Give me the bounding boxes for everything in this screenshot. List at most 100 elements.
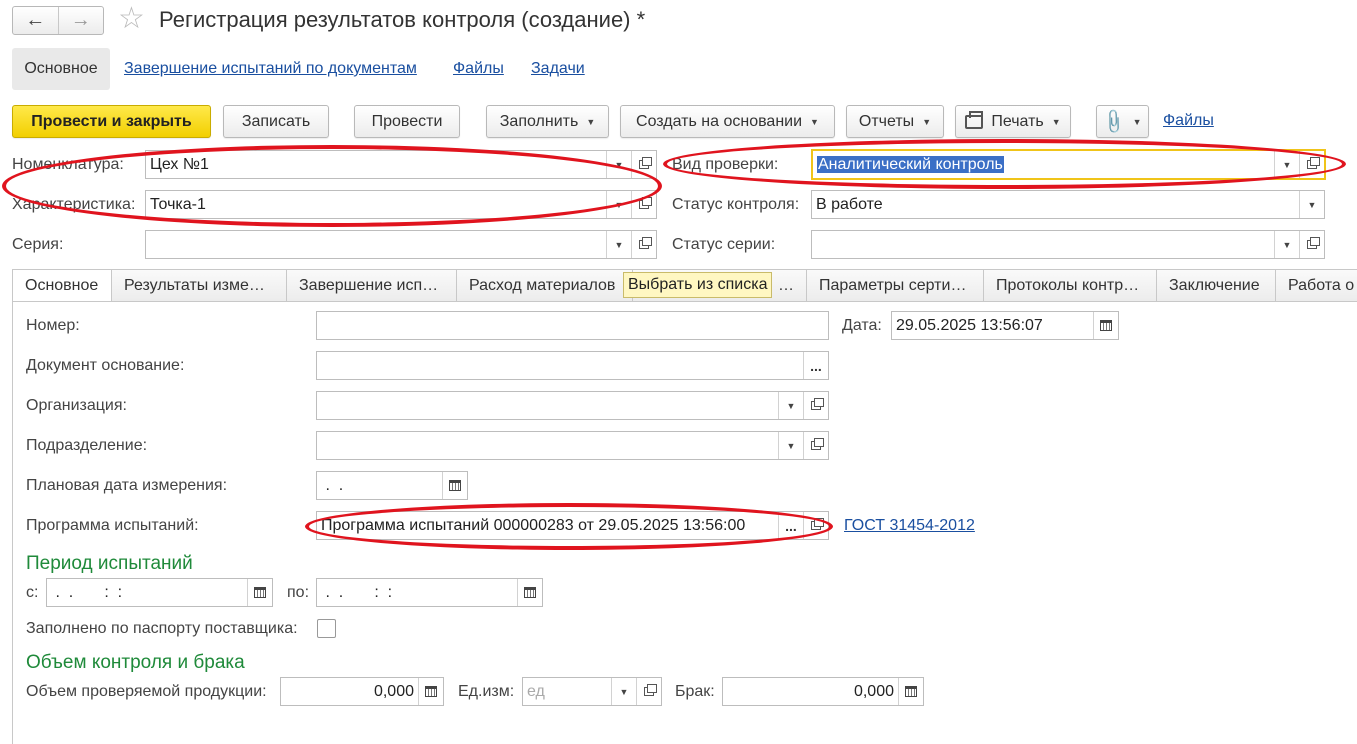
tab-main[interactable]: Основное	[12, 269, 112, 302]
tab-material-consumption[interactable]: Расход материалов	[456, 269, 633, 302]
annotation-ring-program	[305, 503, 833, 550]
post-button[interactable]: Провести	[354, 105, 460, 138]
section-tab-test-completion[interactable]: Завершение испытаний по документам	[124, 48, 417, 90]
printer-icon	[965, 110, 984, 129]
back-arrow-icon[interactable]: ←	[13, 7, 58, 34]
defect-field[interactable]: 0,000	[722, 677, 924, 706]
open-icon[interactable]	[636, 678, 661, 705]
calendar-icon[interactable]	[517, 579, 542, 606]
control-status-value: В работе	[816, 195, 883, 213]
paperclip-icon: 📎	[1100, 107, 1129, 136]
tooltip: Выбрать из списка	[623, 272, 773, 298]
favorite-star-icon[interactable]: ☆	[118, 4, 145, 34]
period-from-field[interactable]: . . : :	[46, 578, 273, 607]
passport-checkbox[interactable]	[317, 619, 336, 638]
forward-arrow-icon[interactable]: →	[57, 7, 104, 34]
period-heading: Период испытаний	[26, 553, 193, 574]
post-and-close-button[interactable]: Провести и закрыть	[12, 105, 211, 138]
calendar-icon[interactable]	[1093, 312, 1118, 339]
fill-button-label: Заполнить	[499, 112, 579, 130]
dropdown-arrow-icon[interactable]: ▼	[778, 432, 803, 459]
save-button[interactable]: Записать	[223, 105, 329, 138]
period-to-label: по:	[287, 584, 310, 601]
print-label: Печать	[991, 112, 1044, 130]
chevron-down-icon: ▼	[922, 116, 932, 127]
chevron-down-icon: ▼	[1132, 116, 1142, 127]
series-label: Серия:	[12, 236, 64, 253]
checked-volume-field[interactable]: 0,000	[280, 677, 444, 706]
period-to-value: . . : :	[321, 583, 393, 601]
reports-label: Отчеты	[858, 112, 915, 130]
passport-label: Заполнено по паспорту поставщика:	[26, 620, 298, 637]
dropdown-arrow-icon[interactable]: ▼	[611, 678, 636, 705]
checked-volume-label: Объем проверяемой продукции:	[26, 683, 267, 700]
number-field[interactable]	[316, 311, 829, 340]
calculator-icon[interactable]	[898, 678, 923, 705]
section-tab-files[interactable]: Файлы	[453, 48, 504, 90]
org-field[interactable]: ▼	[316, 391, 829, 420]
chevron-down-icon: ▼	[810, 116, 819, 127]
period-from-label: с:	[26, 584, 39, 601]
date-field[interactable]: 29.05.2025 13:56:07	[891, 311, 1119, 340]
print-button[interactable]: Печать ▼	[955, 105, 1071, 138]
chevron-down-icon: ▼	[586, 116, 596, 127]
unit-placeholder: ед	[527, 682, 545, 700]
defect-label: Брак:	[675, 683, 715, 700]
select-dots-icon[interactable]: ...	[803, 352, 828, 379]
unit-field[interactable]: ед ▼	[522, 677, 662, 706]
base-doc-label: Документ основание:	[26, 357, 185, 374]
calendar-icon[interactable]	[442, 472, 467, 499]
section-tab-main[interactable]: Основное	[12, 48, 110, 90]
unit-label: Ед.изм:	[458, 683, 515, 700]
date-value: 29.05.2025 13:56:07	[896, 316, 1043, 334]
defect-value: 0,000	[853, 682, 894, 700]
dropdown-arrow-icon[interactable]: ▼	[1274, 231, 1299, 258]
series-status-field[interactable]: ▼	[811, 230, 1325, 259]
open-icon[interactable]	[1299, 231, 1324, 258]
number-label: Номер:	[26, 317, 80, 334]
base-doc-field[interactable]: ...	[316, 351, 829, 380]
files-link[interactable]: Файлы	[1163, 112, 1214, 130]
fill-button[interactable]: Заполнить ▼	[486, 105, 609, 138]
planned-date-value: . .	[321, 476, 344, 494]
checked-volume-value: 0,000	[373, 682, 414, 700]
series-field[interactable]: ▼	[145, 230, 657, 259]
annotation-ring-nomenclature	[2, 145, 662, 227]
attach-button[interactable]: 📎 ▼	[1096, 105, 1149, 138]
tab-measurement-results[interactable]: Результаты изме…	[111, 269, 287, 302]
planned-date-field[interactable]: . .	[316, 471, 468, 500]
create-based-label: Создать на основании	[636, 112, 803, 130]
reports-button[interactable]: Отчеты ▼	[846, 105, 944, 138]
planned-date-label: Плановая дата измерения:	[26, 477, 228, 494]
series-status-label: Статус серии:	[672, 236, 776, 253]
tab-work[interactable]: Работа о	[1275, 269, 1357, 302]
tab-control-protocols[interactable]: Протоколы контр…	[983, 269, 1157, 302]
chevron-down-icon: ▼	[1051, 116, 1061, 127]
open-icon[interactable]	[631, 231, 656, 258]
tab-conclusion[interactable]: Заключение	[1156, 269, 1276, 302]
gost-link[interactable]: ГОСТ 31454-2012	[844, 517, 975, 535]
calendar-icon[interactable]	[247, 579, 272, 606]
open-icon[interactable]	[803, 392, 828, 419]
volume-heading: Объем контроля и брака	[26, 652, 245, 673]
tab-cert-params[interactable]: Параметры серти…	[806, 269, 984, 302]
period-to-field[interactable]: . . : :	[316, 578, 543, 607]
dropdown-arrow-icon[interactable]: ▼	[1299, 191, 1324, 218]
control-status-field[interactable]: В работе ▼	[811, 190, 1325, 219]
open-icon[interactable]	[803, 432, 828, 459]
section-tab-tasks[interactable]: Задачи	[531, 48, 585, 90]
dept-label: Подразделение:	[26, 437, 148, 454]
control-status-label: Статус контроля:	[672, 196, 800, 213]
dropdown-arrow-icon[interactable]: ▼	[778, 392, 803, 419]
dropdown-arrow-icon[interactable]: ▼	[606, 231, 631, 258]
program-label: Программа испытаний:	[26, 517, 199, 534]
date-label: Дата:	[842, 317, 882, 334]
dept-field[interactable]: ▼	[316, 431, 829, 460]
tab-test-completion[interactable]: Завершение исп…	[286, 269, 457, 302]
org-label: Организация:	[26, 397, 127, 414]
annotation-ring-check-type	[663, 139, 1346, 189]
period-from-value: . . : :	[51, 583, 123, 601]
nav-buttons: ← →	[12, 6, 104, 35]
calculator-icon[interactable]	[418, 678, 443, 705]
create-based-button[interactable]: Создать на основании ▼	[620, 105, 835, 138]
